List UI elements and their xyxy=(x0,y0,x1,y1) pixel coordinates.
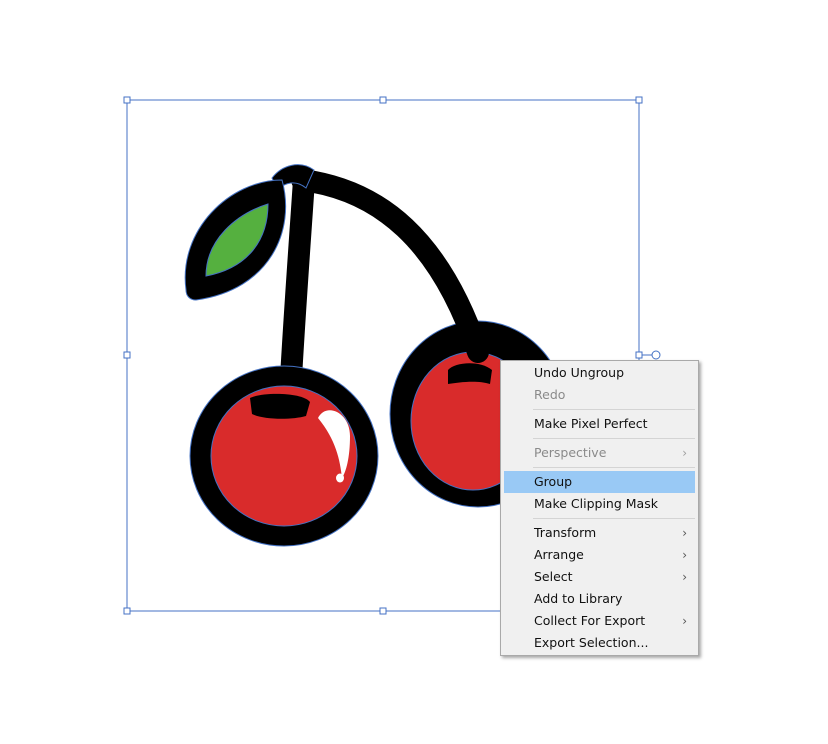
menu-item-label: Perspective xyxy=(534,445,607,460)
menu-item-add-to-library[interactable]: Add to Library xyxy=(504,588,695,610)
resize-handle-middle-left[interactable] xyxy=(123,351,131,359)
menu-item-undo-ungroup[interactable]: Undo Ungroup xyxy=(504,362,695,384)
left-cherry[interactable] xyxy=(189,365,379,547)
menu-item-label: Redo xyxy=(534,387,566,402)
chevron-right-icon: › xyxy=(682,526,687,540)
menu-separator xyxy=(533,409,695,410)
cherry-leaf[interactable] xyxy=(184,179,287,301)
resize-handle-top-center[interactable] xyxy=(379,96,387,104)
resize-handle-bottom-left[interactable] xyxy=(123,607,131,615)
menu-item-arrange[interactable]: Arrange › xyxy=(504,544,695,566)
widget-handle[interactable] xyxy=(651,350,661,360)
menu-item-redo[interactable]: Redo xyxy=(504,384,695,406)
menu-item-label: Collect For Export xyxy=(534,613,646,628)
resize-handle-bottom-center[interactable] xyxy=(379,607,387,615)
menu-item-select[interactable]: Select › xyxy=(504,566,695,588)
menu-item-collect-for-export[interactable]: Collect For Export › xyxy=(504,610,695,632)
menu-separator xyxy=(533,438,695,439)
resize-handle-middle-right[interactable] xyxy=(635,351,643,359)
menu-item-export-selection[interactable]: Export Selection... xyxy=(504,632,695,654)
menu-item-transform[interactable]: Transform › xyxy=(504,522,695,544)
chevron-right-icon: › xyxy=(682,446,687,460)
artwork-canvas[interactable] xyxy=(0,0,828,744)
chevron-right-icon: › xyxy=(682,614,687,628)
menu-item-perspective[interactable]: Perspective › xyxy=(504,442,695,464)
menu-item-label: Arrange xyxy=(534,547,584,562)
menu-item-make-clipping-mask[interactable]: Make Clipping Mask xyxy=(504,493,695,515)
chevron-right-icon: › xyxy=(682,570,687,584)
menu-item-label: Transform xyxy=(534,525,597,540)
canvas[interactable]: Undo Ungroup Redo Make Pixel Perfect Per… xyxy=(0,0,828,744)
chevron-right-icon: › xyxy=(682,548,687,562)
menu-item-label: Select xyxy=(534,569,573,584)
resize-handle-top-left[interactable] xyxy=(123,96,131,104)
menu-item-make-pixel-perfect[interactable]: Make Pixel Perfect xyxy=(504,413,695,435)
context-menu: Undo Ungroup Redo Make Pixel Perfect Per… xyxy=(500,360,699,656)
menu-item-label: Group xyxy=(534,474,573,489)
menu-item-label: Export Selection... xyxy=(534,635,649,650)
resize-handle-top-right[interactable] xyxy=(635,96,643,104)
menu-separator xyxy=(533,467,695,468)
menu-item-label: Make Clipping Mask xyxy=(534,496,658,511)
menu-item-label: Undo Ungroup xyxy=(534,365,625,380)
menu-item-label: Add to Library xyxy=(534,591,623,606)
menu-item-label: Make Pixel Perfect xyxy=(534,416,648,431)
menu-separator xyxy=(533,518,695,519)
menu-item-group[interactable]: Group xyxy=(504,471,695,493)
